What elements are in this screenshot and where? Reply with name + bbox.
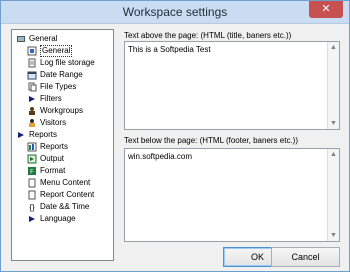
tree-label: Workgroups [40, 106, 83, 115]
above-text-label: Text above the page: (HTML (title, baner… [124, 31, 292, 40]
settings-icon [27, 46, 37, 56]
tree-label: Visitors [40, 118, 67, 127]
tree-item-log-file-storage[interactable]: Log file storage [27, 57, 113, 69]
filter-arrow-icon [27, 94, 37, 104]
tree-item-general-group[interactable]: General [16, 33, 113, 45]
tree-item-date-time[interactable]: {} Date && Time [27, 201, 113, 213]
workgroups-icon [27, 106, 37, 116]
scroll-up-icon[interactable]: ▲ [328, 42, 339, 53]
tree-label: General [29, 34, 58, 43]
tree-label: Reports [40, 142, 69, 151]
svg-text:{}: {} [29, 203, 35, 212]
tree-label: Format [40, 166, 66, 175]
tree-label: Report Content [40, 190, 95, 199]
close-button[interactable]: ✕ [309, 1, 343, 18]
tree-label: Reports [29, 130, 58, 139]
above-scrollbar[interactable]: ▲ ▼ [327, 42, 339, 129]
above-text-value: This is a Softpedia Test [128, 45, 211, 54]
reports-icon [27, 142, 37, 152]
menu-content-icon [27, 178, 37, 188]
tree-label: File Types [40, 82, 77, 91]
tree-label: Output [40, 154, 65, 163]
window-title: Workspace settings [122, 5, 228, 19]
format-icon: F [27, 166, 37, 176]
below-text-input[interactable]: win.softpedia.com ▲ ▼ [124, 148, 340, 242]
reports-arrow-icon [16, 130, 26, 140]
tree-item-workgroups[interactable]: Workgroups [27, 105, 113, 117]
tree-item-general[interactable]: General [27, 45, 113, 57]
output-icon [27, 154, 37, 164]
braces-icon: {} [27, 202, 37, 212]
tree-label-selected: General [40, 45, 73, 57]
report-content-icon [27, 190, 37, 200]
tree-label: Language [40, 214, 76, 223]
general-folder-icon [16, 34, 26, 44]
tree-label: Filters [40, 94, 62, 103]
tree-item-file-types[interactable]: File Types [27, 81, 113, 93]
cancel-button[interactable]: Cancel [271, 247, 340, 267]
below-text-label: Text below the page: (HTML (footer, bane… [124, 136, 299, 145]
file-types-icon [27, 82, 37, 92]
tree-label: Date && Time [40, 202, 90, 211]
settings-window: Workspace settings ✕ General General Log… [0, 0, 350, 272]
tree-item-report-content[interactable]: Report Content [27, 189, 113, 201]
tree-item-visitors[interactable]: Visitors [27, 117, 113, 129]
title-bar: Workspace settings ✕ [1, 1, 349, 24]
svg-text:F: F [30, 170, 34, 176]
tree-label: Log file storage [40, 58, 95, 67]
tree-label: Date Range [40, 70, 83, 79]
tree-item-format[interactable]: F Format [27, 165, 113, 177]
scroll-up-icon[interactable]: ▲ [328, 149, 339, 160]
tree-item-menu-content[interactable]: Menu Content [27, 177, 113, 189]
log-file-storage-icon [27, 58, 37, 68]
above-text-input[interactable]: This is a Softpedia Test ▲ ▼ [124, 41, 340, 130]
tree-item-output[interactable]: Output [27, 153, 113, 165]
tree-item-language[interactable]: Language [27, 213, 113, 225]
tree-item-filters[interactable]: Filters [27, 93, 113, 105]
tree-item-reports[interactable]: Reports [27, 141, 113, 153]
scroll-down-icon[interactable]: ▼ [328, 118, 339, 129]
settings-tree[interactable]: General General Log file storage Date Ra… [11, 29, 114, 261]
tree-label: Menu Content [40, 178, 91, 187]
tree-item-date-range[interactable]: Date Range [27, 69, 113, 81]
date-range-icon [27, 70, 37, 80]
tree-item-reports-group[interactable]: Reports [16, 129, 113, 141]
visitors-icon [27, 118, 37, 128]
language-arrow-icon [27, 214, 37, 224]
below-scrollbar[interactable]: ▲ ▼ [327, 149, 339, 241]
below-text-value: win.softpedia.com [128, 152, 193, 161]
scroll-down-icon[interactable]: ▼ [328, 230, 339, 241]
